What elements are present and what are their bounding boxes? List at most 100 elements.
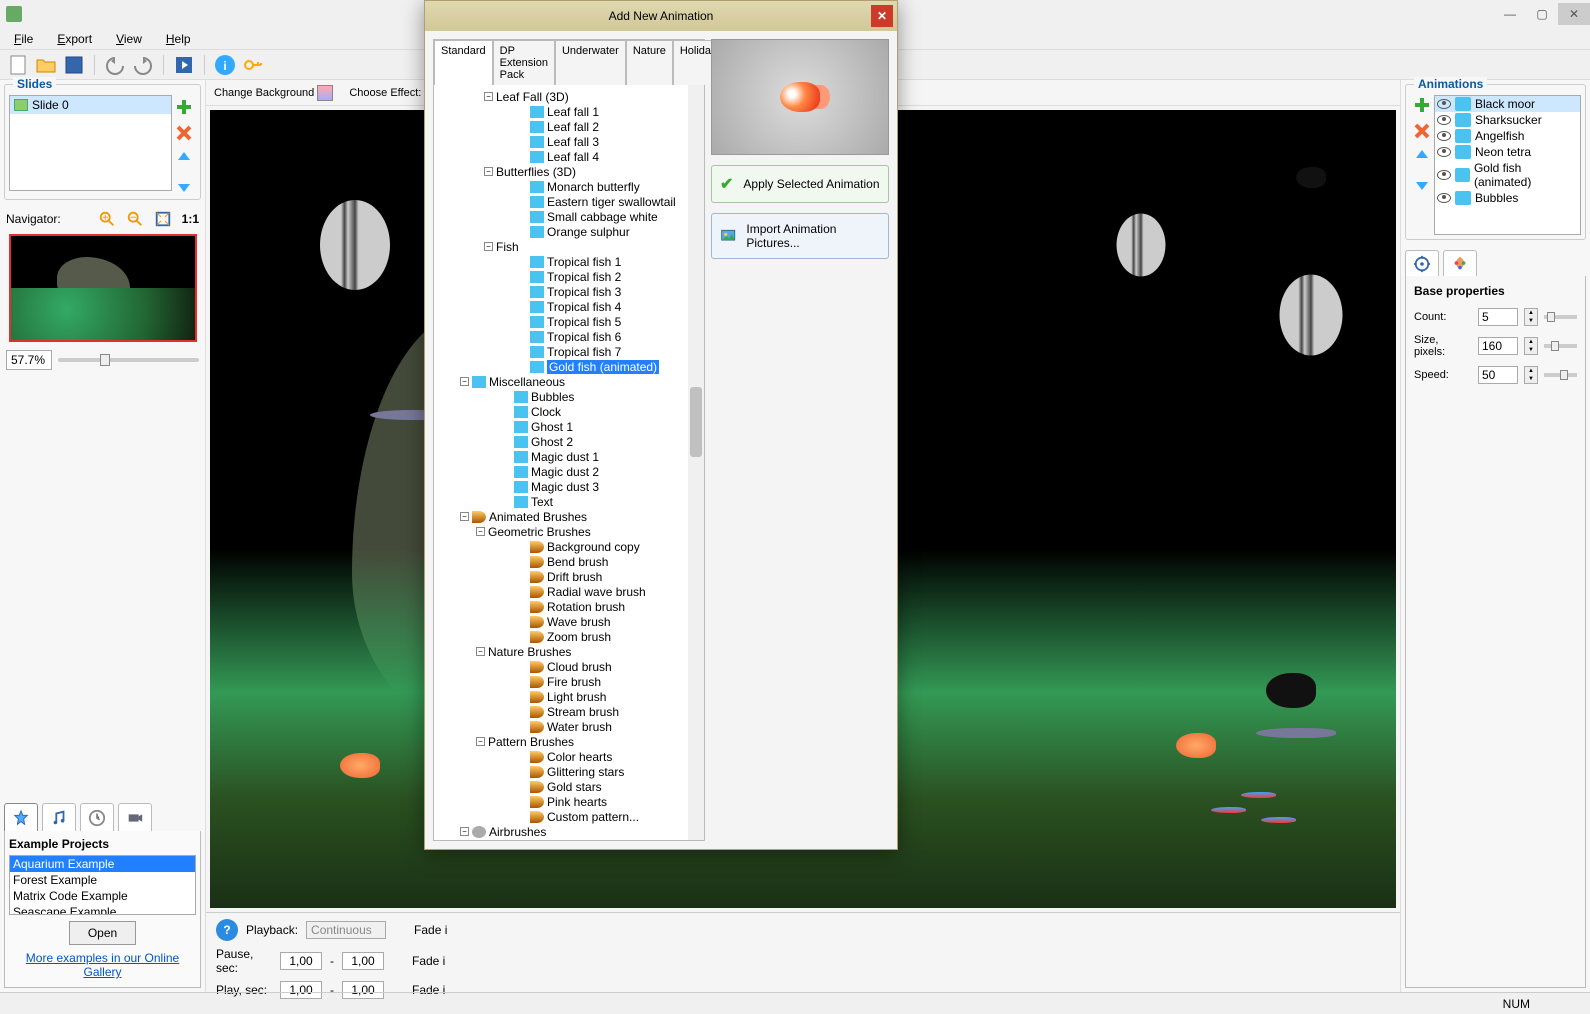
tree-node[interactable]: −Nature Brushes <box>436 644 702 659</box>
menu-view[interactable]: View <box>108 30 150 48</box>
menu-export[interactable]: Export <box>49 30 100 48</box>
add-slide-button[interactable] <box>174 97 194 117</box>
tree-node[interactable]: Tropical fish 1 <box>436 254 702 269</box>
slides-list[interactable]: Slide 0 <box>9 95 172 191</box>
examples-list[interactable]: Aquarium Example Forest Example Matrix C… <box>9 855 196 915</box>
tree-node[interactable]: Wave brush <box>436 614 702 629</box>
remove-anim-button[interactable] <box>1412 121 1432 141</box>
animation-item[interactable]: Bubbles <box>1435 190 1580 206</box>
menu-file[interactable]: File <box>6 30 41 48</box>
tree-node[interactable]: Ghost 1 <box>436 419 702 434</box>
count-slider[interactable] <box>1544 315 1577 319</box>
tab-dp-extension[interactable]: DP Extension Pack <box>493 40 555 85</box>
tree-node[interactable]: Rotation brush <box>436 599 702 614</box>
move-anim-down-button[interactable] <box>1412 173 1432 193</box>
tab-color-props[interactable] <box>1443 250 1477 276</box>
navigator-thumbnail[interactable] <box>9 234 197 342</box>
tab-music[interactable] <box>42 803 76 831</box>
tab-clock[interactable] <box>80 803 114 831</box>
visibility-icon[interactable] <box>1437 99 1451 109</box>
expand-icon[interactable]: − <box>484 167 493 176</box>
tree-node[interactable]: Color hearts <box>436 749 702 764</box>
visibility-icon[interactable] <box>1437 147 1451 157</box>
add-anim-button[interactable] <box>1412 95 1432 115</box>
tree-node[interactable]: Bubbles <box>436 389 702 404</box>
tree-node[interactable]: Cloud brush <box>436 659 702 674</box>
size-input[interactable]: 160 <box>1478 337 1518 355</box>
pause-max-input[interactable] <box>342 952 384 970</box>
tab-nature[interactable]: Nature <box>626 40 673 85</box>
save-button[interactable] <box>62 53 86 77</box>
tree-node[interactable]: Stream brush <box>436 704 702 719</box>
speed-input[interactable]: 50 <box>1478 366 1518 384</box>
visibility-icon[interactable] <box>1437 115 1451 125</box>
apply-animation-button[interactable]: ✔ Apply Selected Animation <box>711 165 889 203</box>
open-example-button[interactable]: Open <box>69 921 136 945</box>
expand-icon[interactable]: − <box>460 512 469 521</box>
tree-node[interactable]: Clock <box>436 404 702 419</box>
undo-button[interactable] <box>103 53 127 77</box>
example-item[interactable]: Seascape Example <box>10 904 195 915</box>
tree-node[interactable]: Orange sulphur <box>436 224 702 239</box>
tab-examples[interactable] <box>4 803 38 831</box>
size-spinner[interactable]: ▲▼ <box>1524 337 1538 355</box>
tree-node[interactable]: Eastern tiger swallowtail <box>436 194 702 209</box>
zoom-out-button[interactable] <box>126 210 144 228</box>
visibility-icon[interactable] <box>1437 131 1451 141</box>
animation-item[interactable]: Gold fish (animated) <box>1435 160 1580 190</box>
example-item[interactable]: Forest Example <box>10 872 195 888</box>
tree-node[interactable]: Leaf fall 1 <box>436 104 702 119</box>
tree-node[interactable]: Zoom brush <box>436 629 702 644</box>
tree-node[interactable]: −Geometric Brushes <box>436 524 702 539</box>
actual-size-button[interactable]: 1:1 <box>182 212 199 226</box>
fit-button[interactable] <box>154 210 172 228</box>
tree-node[interactable]: Tropical fish 3 <box>436 284 702 299</box>
tree-node[interactable]: Custom pattern... <box>436 809 702 824</box>
tree-node[interactable]: Water brush <box>436 719 702 734</box>
tree-node[interactable]: Pink hearts <box>436 794 702 809</box>
tree-node[interactable]: −Pattern Brushes <box>436 734 702 749</box>
tree-node[interactable]: Magic dust 2 <box>436 464 702 479</box>
tree-node[interactable]: Fire brush <box>436 674 702 689</box>
expand-icon[interactable]: − <box>484 242 493 251</box>
dialog-titlebar[interactable]: Add New Animation ✕ <box>425 1 897 31</box>
move-slide-down-button[interactable] <box>174 175 194 195</box>
tree-node[interactable]: Leaf fall 4 <box>436 149 702 164</box>
tree-node[interactable]: Tropical fish 6 <box>436 329 702 344</box>
tab-standard[interactable]: Standard <box>434 40 493 85</box>
animation-item[interactable]: Sharksucker <box>1435 112 1580 128</box>
expand-icon[interactable]: − <box>476 647 485 656</box>
tab-base-props[interactable] <box>1405 250 1439 276</box>
expand-icon[interactable]: − <box>460 377 469 386</box>
tab-underwater[interactable]: Underwater <box>555 40 626 85</box>
tree-node[interactable]: Tropical fish 2 <box>436 269 702 284</box>
tree-node[interactable]: Bend brush <box>436 554 702 569</box>
info-button[interactable]: i <box>213 53 237 77</box>
maximize-button[interactable]: ▢ <box>1526 3 1558 25</box>
tree-node[interactable]: Background copy <box>436 539 702 554</box>
new-button[interactable] <box>6 53 30 77</box>
animations-list[interactable]: Black moor Sharksucker Angelfish Neon te… <box>1434 95 1581 235</box>
animation-item[interactable]: Neon tetra <box>1435 144 1580 160</box>
open-button[interactable] <box>34 53 58 77</box>
remove-slide-button[interactable] <box>174 123 194 143</box>
visibility-icon[interactable] <box>1437 193 1451 203</box>
tree-node[interactable]: Gold fish (animated) <box>436 359 702 374</box>
example-item[interactable]: Matrix Code Example <box>10 888 195 904</box>
zoom-slider[interactable] <box>58 358 199 362</box>
online-gallery-link[interactable]: More examples in our Online Gallery <box>9 947 196 983</box>
help-icon[interactable]: ? <box>216 919 238 941</box>
tree-node[interactable]: Radial wave brush <box>436 584 702 599</box>
tree-node[interactable]: Magic dust 1 <box>436 449 702 464</box>
animation-item[interactable]: Angelfish <box>1435 128 1580 144</box>
tree-node[interactable]: Sparkle 1 airbrush <box>436 839 702 840</box>
visibility-icon[interactable] <box>1437 170 1451 180</box>
tree-node[interactable]: −Fish <box>436 239 702 254</box>
tree-node[interactable]: Ghost 2 <box>436 434 702 449</box>
playback-mode-select[interactable]: Continuous <box>306 921 386 939</box>
expand-icon[interactable]: − <box>476 527 485 536</box>
tab-camera[interactable] <box>118 803 152 831</box>
tree-node[interactable]: Tropical fish 5 <box>436 314 702 329</box>
size-slider[interactable] <box>1544 344 1577 348</box>
move-anim-up-button[interactable] <box>1412 147 1432 167</box>
